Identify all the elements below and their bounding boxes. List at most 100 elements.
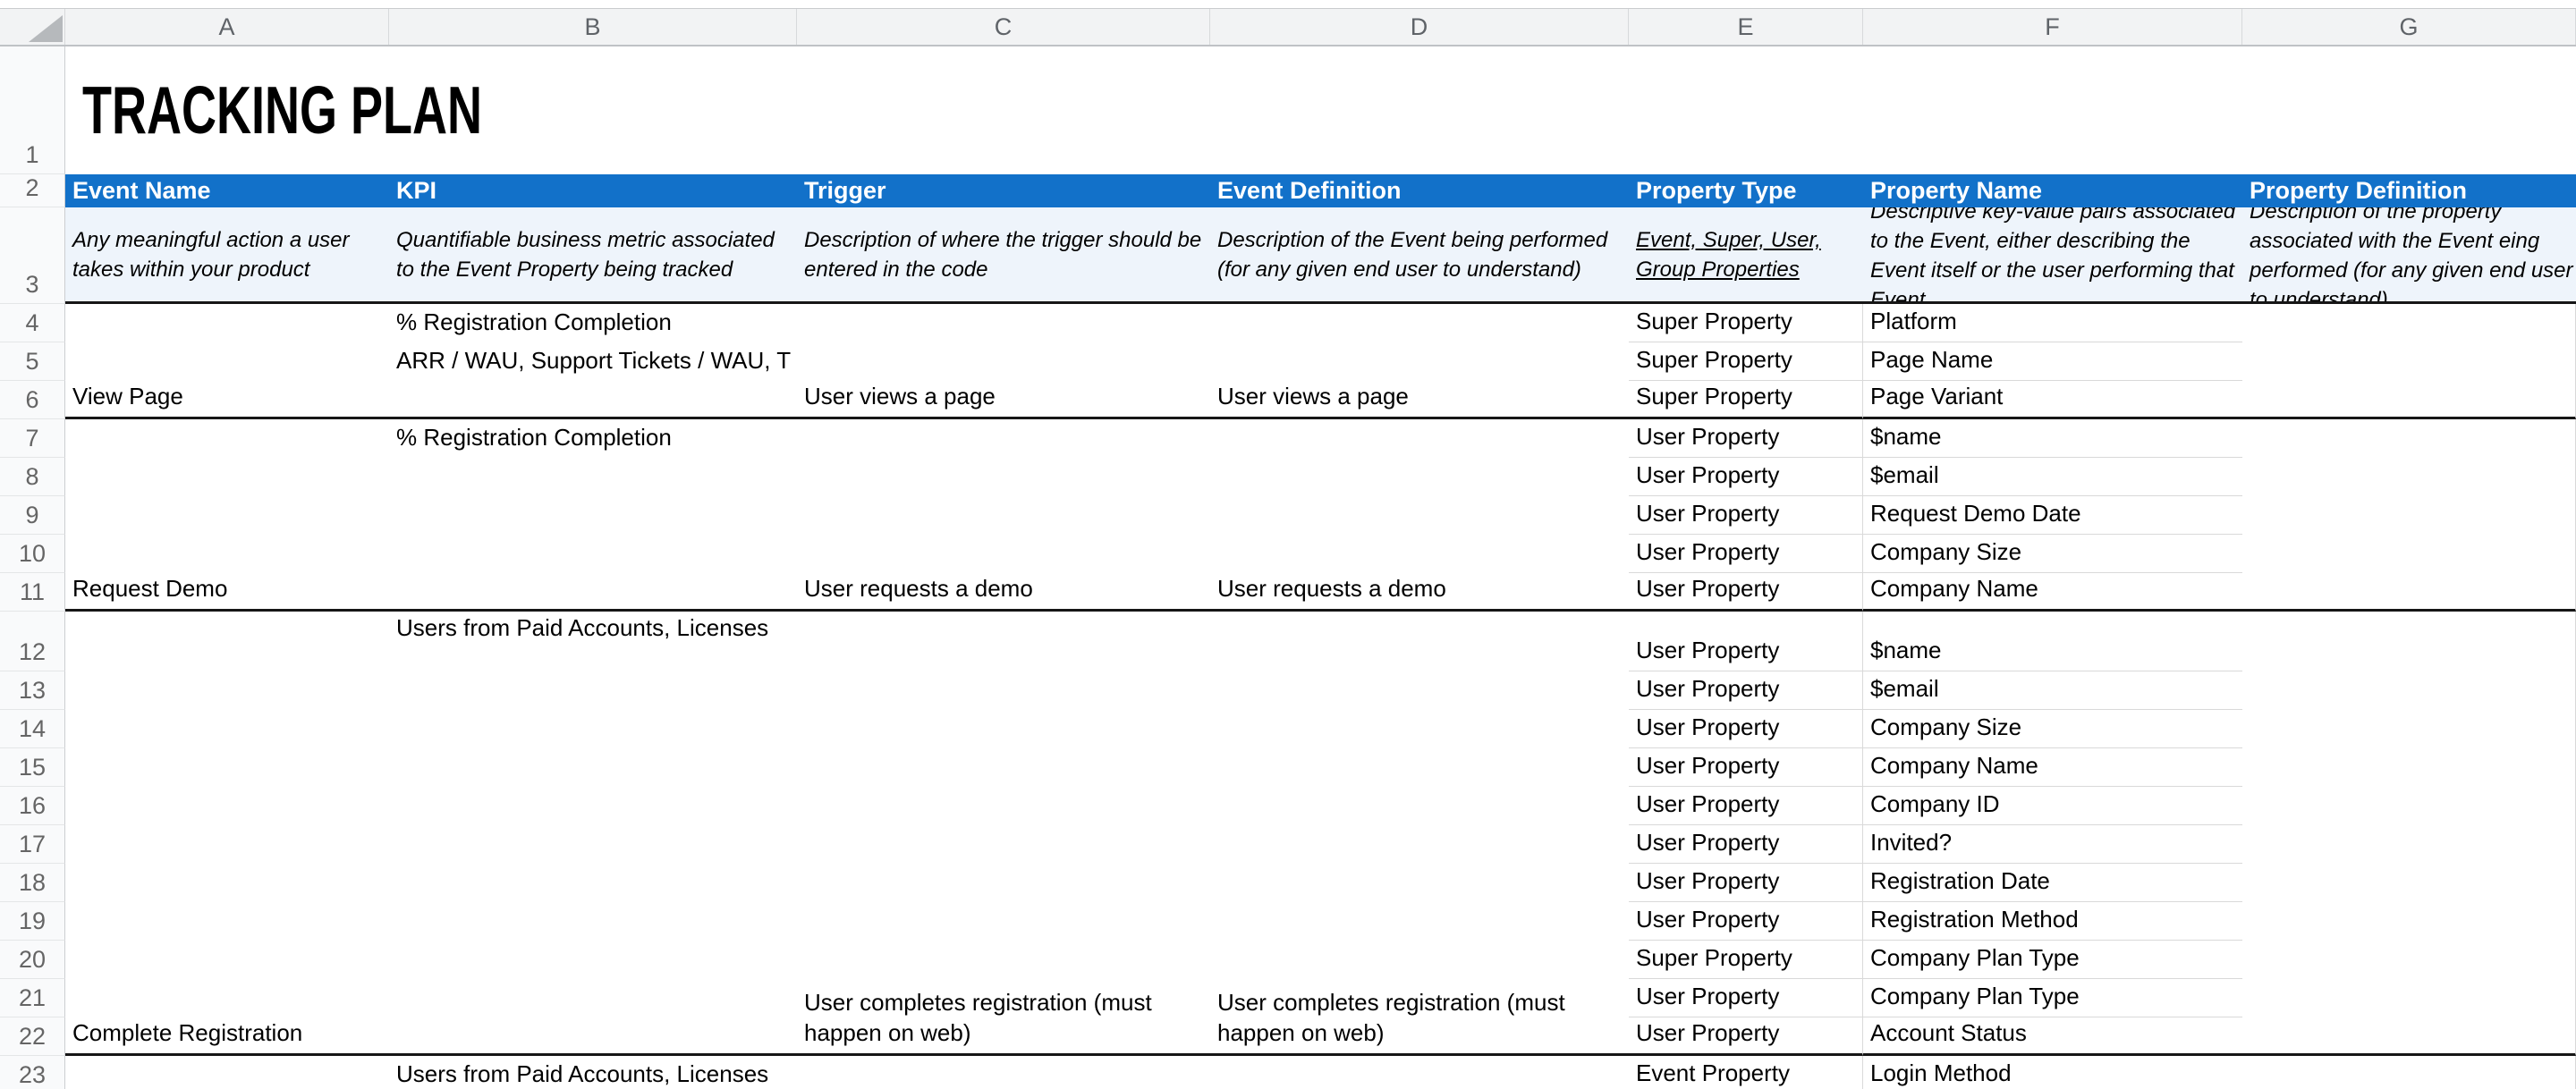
- row-header-6[interactable]: 6: [0, 381, 65, 419]
- cell-B11[interactable]: [389, 573, 797, 612]
- cell-A22[interactable]: Complete Registration: [65, 1017, 389, 1056]
- cell-G13[interactable]: [2242, 671, 2576, 710]
- cell-G3[interactable]: Description of the property associated w…: [2242, 207, 2576, 304]
- cell-A14[interactable]: [65, 710, 389, 748]
- cell-G11[interactable]: [2242, 573, 2576, 612]
- cell-C9[interactable]: [797, 496, 1210, 535]
- cell-F9[interactable]: Request Demo Date: [1863, 496, 2242, 535]
- row-header-10[interactable]: 10: [0, 535, 65, 573]
- cell-E3[interactable]: Event, Super, User, Group Properties: [1629, 207, 1863, 304]
- row-header-17[interactable]: 17: [0, 825, 65, 864]
- cell-B18[interactable]: [389, 864, 797, 902]
- cell-F10[interactable]: Company Size: [1863, 535, 2242, 573]
- cell-B23[interactable]: Users from Paid Accounts, Licenses: [389, 1056, 797, 1089]
- cell-C1[interactable]: [797, 46, 1210, 174]
- cell-E20[interactable]: Super Property: [1629, 941, 1863, 979]
- cell-E10[interactable]: User Property: [1629, 535, 1863, 573]
- cell-D15[interactable]: [1210, 748, 1629, 787]
- cell-G8[interactable]: [2242, 458, 2576, 496]
- cell-B2[interactable]: KPI: [389, 174, 797, 207]
- cell-C8[interactable]: [797, 458, 1210, 496]
- cell-C11[interactable]: User requests a demo: [797, 573, 1210, 612]
- cell-E2[interactable]: Property Type: [1629, 174, 1863, 207]
- column-header-G[interactable]: G: [2242, 9, 2576, 45]
- cell-E9[interactable]: User Property: [1629, 496, 1863, 535]
- cell-D10[interactable]: [1210, 535, 1629, 573]
- row-header-13[interactable]: 13: [0, 671, 65, 710]
- row-header-1[interactable]: 1: [0, 46, 65, 174]
- cell-B9[interactable]: [389, 496, 797, 535]
- cell-A21[interactable]: [65, 979, 389, 1017]
- row-header-2[interactable]: 2: [0, 174, 65, 207]
- cell-B21[interactable]: [389, 979, 797, 1017]
- cell-D11[interactable]: User requests a demo: [1210, 573, 1629, 612]
- cell-A10[interactable]: [65, 535, 389, 573]
- cell-A11[interactable]: Request Demo: [65, 573, 389, 612]
- cell-B22[interactable]: [389, 1017, 797, 1056]
- cell-D13[interactable]: [1210, 671, 1629, 710]
- row-header-7[interactable]: 7: [0, 419, 65, 458]
- cell-E5[interactable]: Super Property: [1629, 342, 1863, 381]
- cell-B10[interactable]: [389, 535, 797, 573]
- cell-B17[interactable]: [389, 825, 797, 864]
- cell-F12[interactable]: $name: [1863, 612, 2242, 671]
- cell-A13[interactable]: [65, 671, 389, 710]
- cell-E13[interactable]: User Property: [1629, 671, 1863, 710]
- cell-D16[interactable]: [1210, 787, 1629, 825]
- row-header-23[interactable]: 23: [0, 1056, 65, 1089]
- cell-C3[interactable]: Description of where the trigger should …: [797, 207, 1210, 304]
- cell-E4[interactable]: Super Property: [1629, 304, 1863, 342]
- cell-D19[interactable]: [1210, 902, 1629, 941]
- cell-A20[interactable]: [65, 941, 389, 979]
- cell-E8[interactable]: User Property: [1629, 458, 1863, 496]
- cell-E1[interactable]: [1629, 46, 1863, 174]
- cell-C13[interactable]: [797, 671, 1210, 710]
- cell-D1[interactable]: [1210, 46, 1629, 174]
- cell-B16[interactable]: [389, 787, 797, 825]
- cell-D14[interactable]: [1210, 710, 1629, 748]
- cell-F15[interactable]: Company Name: [1863, 748, 2242, 787]
- column-header-E[interactable]: E: [1629, 9, 1863, 45]
- cell-G2[interactable]: Property Definition: [2242, 174, 2576, 207]
- cell-G9[interactable]: [2242, 496, 2576, 535]
- cell-F20[interactable]: Company Plan Type: [1863, 941, 2242, 979]
- cell-A12[interactable]: [65, 612, 389, 671]
- cell-F4[interactable]: Platform: [1863, 304, 2242, 342]
- cell-G4[interactable]: [2242, 304, 2576, 342]
- row-header-3[interactable]: 3: [0, 207, 65, 304]
- cell-A8[interactable]: [65, 458, 389, 496]
- cell-C17[interactable]: [797, 825, 1210, 864]
- cell-C4[interactable]: [797, 304, 1210, 342]
- cell-E22[interactable]: User Property: [1629, 1017, 1863, 1056]
- cell-E23[interactable]: Event Property: [1629, 1056, 1863, 1089]
- cell-B3[interactable]: Quantifiable business metric associated …: [389, 207, 797, 304]
- cell-A17[interactable]: [65, 825, 389, 864]
- cell-G18[interactable]: [2242, 864, 2576, 902]
- cell-C7[interactable]: [797, 419, 1210, 458]
- cell-A7[interactable]: [65, 419, 389, 458]
- cell-F21[interactable]: Company Plan Type: [1863, 979, 2242, 1017]
- cell-A23[interactable]: [65, 1056, 389, 1089]
- cell-B20[interactable]: [389, 941, 797, 979]
- cell-D22[interactable]: User completes registration (must happen…: [1210, 1017, 1629, 1056]
- cell-B13[interactable]: [389, 671, 797, 710]
- cell-D8[interactable]: [1210, 458, 1629, 496]
- cell-B4[interactable]: % Registration Completion: [389, 304, 797, 342]
- cell-A15[interactable]: [65, 748, 389, 787]
- row-header-16[interactable]: 16: [0, 787, 65, 825]
- row-header-5[interactable]: 5: [0, 342, 65, 381]
- row-header-4[interactable]: 4: [0, 304, 65, 342]
- cell-G16[interactable]: [2242, 787, 2576, 825]
- cell-G15[interactable]: [2242, 748, 2576, 787]
- cell-E7[interactable]: User Property: [1629, 419, 1863, 458]
- cell-G21[interactable]: [2242, 979, 2576, 1017]
- cell-C5[interactable]: [797, 342, 1210, 381]
- cell-F6[interactable]: Page Variant: [1863, 381, 2242, 419]
- cell-G5[interactable]: [2242, 342, 2576, 381]
- cell-D20[interactable]: [1210, 941, 1629, 979]
- column-header-C[interactable]: C: [797, 9, 1210, 45]
- cell-G10[interactable]: [2242, 535, 2576, 573]
- cell-E21[interactable]: User Property: [1629, 979, 1863, 1017]
- cell-D2[interactable]: Event Definition: [1210, 174, 1629, 207]
- cell-F17[interactable]: Invited?: [1863, 825, 2242, 864]
